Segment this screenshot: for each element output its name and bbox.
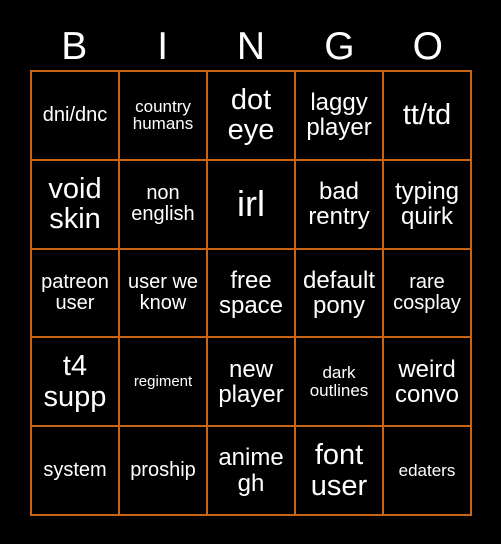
bingo-header-row: B I N G O xyxy=(30,22,472,70)
header-letter-i: I xyxy=(157,24,169,68)
bingo-cell[interactable]: t4 supp xyxy=(32,338,118,426)
bingo-cell[interactable]: patreon user xyxy=(32,249,118,337)
bingo-cell[interactable]: default pony xyxy=(296,249,382,337)
bingo-card: B I N G O dni/dnc country humans dot eye… xyxy=(0,0,501,544)
bingo-cell[interactable]: dark outlines xyxy=(296,338,382,426)
bingo-cell[interactable]: irl xyxy=(208,160,294,248)
bingo-cell[interactable]: rare cosplay xyxy=(384,249,470,337)
bingo-grid: dni/dnc country humans dot eye laggy pla… xyxy=(30,70,472,516)
bingo-cell-free-space[interactable]: free space xyxy=(208,249,294,337)
bingo-cell[interactable]: regiment xyxy=(120,338,206,426)
bingo-cell[interactable]: country humans xyxy=(120,72,206,159)
bingo-cell[interactable]: user we know xyxy=(120,249,206,337)
header-letter-n: N xyxy=(236,24,266,68)
bingo-cell[interactable]: void skin xyxy=(32,160,118,248)
bingo-cell[interactable]: dni/dnc xyxy=(32,72,118,159)
bingo-cell[interactable]: typing quirk xyxy=(384,160,470,248)
bingo-cell[interactable]: edaters xyxy=(384,427,470,514)
header-letter-o: O xyxy=(412,24,443,68)
bingo-cell[interactable]: non english xyxy=(120,160,206,248)
bingo-cell[interactable]: system xyxy=(32,427,118,514)
bingo-cell[interactable]: weird convo xyxy=(384,338,470,426)
header-letter-g: G xyxy=(324,24,355,68)
bingo-cell[interactable]: anime gh xyxy=(208,427,294,514)
bingo-cell[interactable]: bad rentry xyxy=(296,160,382,248)
bingo-cell[interactable]: new player xyxy=(208,338,294,426)
bingo-cell[interactable]: font user xyxy=(296,427,382,514)
bingo-cell[interactable]: proship xyxy=(120,427,206,514)
bingo-cell[interactable]: tt/td xyxy=(384,72,470,159)
bingo-cell[interactable]: dot eye xyxy=(208,72,294,159)
header-letter-b: B xyxy=(61,24,88,68)
bingo-cell[interactable]: laggy player xyxy=(296,72,382,159)
